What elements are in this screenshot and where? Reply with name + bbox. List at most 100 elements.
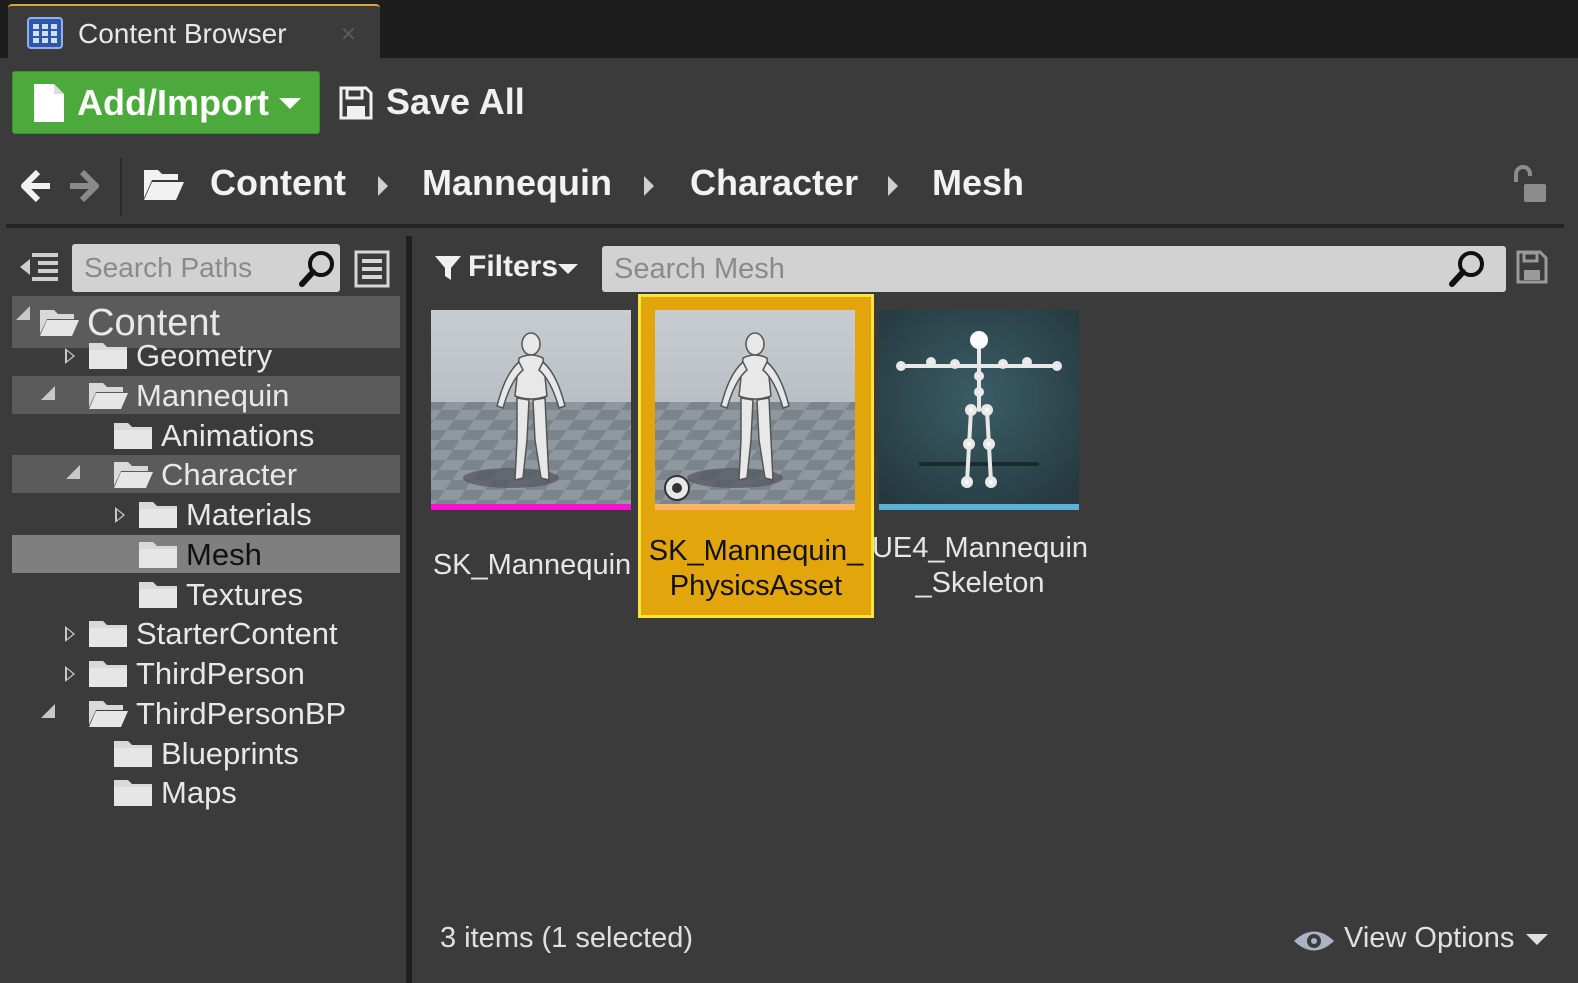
collapsed-arrow-icon[interactable] [65,348,75,364]
folder-icon [139,581,177,608]
search-icon[interactable] [298,248,338,288]
tree-item-textures[interactable]: Textures [12,575,400,613]
tree-item-label: Animations [161,417,315,453]
tree-item-label: Mannequin [136,377,290,413]
filter-icon [435,256,461,280]
filters-button[interactable]: Filters [434,250,584,290]
asset-name: SK_Mannequin [432,549,632,581]
asset-name-line2: _Skeleton [915,567,1045,599]
arrow-right-icon[interactable] [66,168,102,204]
status-text: 3 items (1 selected) [440,922,694,954]
tree-item-label: Blueprints [161,735,299,771]
folder-open-icon [40,310,79,336]
breadcrumb-mesh[interactable]: Mesh [932,162,1024,204]
folder-icon [139,541,177,568]
folder-icon [114,740,152,767]
chevron-right-icon[interactable] [644,176,654,196]
close-icon[interactable]: ✕ [340,22,357,47]
collapsed-arrow-icon[interactable] [65,666,75,682]
path-bar: Content Mannequin Character Mesh [0,150,1578,226]
tree-item-label: Maps [161,775,237,811]
folder-icon [139,502,177,528]
add-import-label: Add/Import [77,82,269,123]
folder-icon [89,661,127,687]
asset-name: UE4_Mannequin [871,532,1089,564]
eye-icon [1294,931,1334,951]
collapsed-arrow-icon[interactable] [65,626,75,643]
tree-item-blueprints[interactable]: Blueprints [12,734,400,772]
asset-tile[interactable]: UE4_Mannequin _Skeleton [862,294,1098,618]
asset-type-color-bar [879,504,1079,510]
save-all-button[interactable]: Save All [336,71,536,134]
mannequin-thumbnail [655,310,855,504]
list-view-icon[interactable] [354,250,390,288]
expanded-arrow-icon[interactable] [41,385,55,400]
chevron-right-icon[interactable] [378,176,388,196]
tab-title: Content Browser [78,18,287,49]
panel-splitter[interactable] [406,236,412,983]
folder-icon [114,780,152,807]
folder-icon [114,422,152,449]
tree-item-label: Materials [186,497,312,532]
folder-open-icon [114,462,153,489]
tree-item-thirdpersonbp[interactable]: ThirdPersonBP [12,694,400,732]
tree-item-animations[interactable]: Animations [12,416,400,454]
folder-icon [89,621,127,648]
folder-open-icon [89,700,128,727]
expanded-arrow-icon[interactable] [16,306,30,320]
save-search-icon[interactable] [1516,250,1548,284]
search-assets-input[interactable] [602,246,1506,292]
chevron-down-icon [279,98,301,109]
divider [6,224,1564,228]
folder-icon [89,343,127,369]
tree-item-geometry[interactable]: Geometry [12,336,400,374]
breadcrumb-mannequin[interactable]: Mannequin [422,162,612,204]
unlock-icon[interactable] [1510,164,1548,204]
tree-item-label: ThirdPersonBP [136,695,347,731]
asset-type-color-bar [431,504,631,510]
tree-item-label: Character [161,457,298,493]
view-options-button[interactable]: View Options [1292,922,1552,962]
tab-strip: Content Browser ✕ [0,0,1578,58]
tree-item-label: Mesh [186,536,262,572]
new-document-icon [34,84,64,122]
content-browser-grid-icon [27,17,63,49]
tree-item-label: Textures [186,576,304,612]
chevron-down-icon [558,264,578,274]
breadcrumb-content[interactable]: Content [210,162,346,204]
toolbar: Add/Import Save All [0,58,1578,150]
tree-item-label: StarterContent [136,616,338,652]
tab-content-browser[interactable]: Content Browser ✕ [8,4,380,58]
expanded-arrow-icon[interactable] [66,465,80,480]
mannequin-thumbnail [431,310,631,504]
tree-item-character[interactable]: Character [12,455,400,494]
asset-tile-selected[interactable]: SK_Mannequin_ PhysicsAsset [638,294,874,618]
tree-item-materials[interactable]: Materials [12,495,400,533]
tree-item-mannequin[interactable]: Mannequin [12,375,400,414]
tree-item-mesh[interactable]: Mesh [12,534,400,573]
view-options-label: View Options [1344,922,1515,954]
divider [120,158,122,216]
physics-asset-badge-icon [664,475,690,501]
skeleton-thumbnail [879,310,1079,504]
save-icon [339,86,373,120]
asset-name: SK_Mannequin_ [648,535,864,567]
add-import-button[interactable]: Add/Import [12,71,320,134]
filters-label: Filters [468,250,559,283]
save-all-label: Save All [386,81,525,122]
search-icon[interactable] [1448,248,1488,288]
asset-tile[interactable]: SK_Mannequin [414,294,650,618]
collapsed-arrow-icon[interactable] [115,507,125,523]
chevron-right-icon[interactable] [888,176,898,196]
arrow-left-icon[interactable] [18,168,54,204]
tree-item-thirdperson[interactable]: ThirdPerson [12,654,400,692]
asset-type-color-bar [655,504,855,510]
tree-item-label: Geometry [136,338,273,373]
breadcrumb-character[interactable]: Character [690,162,858,204]
expanded-arrow-icon[interactable] [41,703,55,718]
folder-open-icon [89,382,128,409]
collapse-sources-icon[interactable] [18,250,60,284]
tree-item-maps[interactable]: Maps [12,773,400,811]
tree-item-startercontent[interactable]: StarterContent [12,614,400,652]
folder-open-icon[interactable] [142,164,186,204]
